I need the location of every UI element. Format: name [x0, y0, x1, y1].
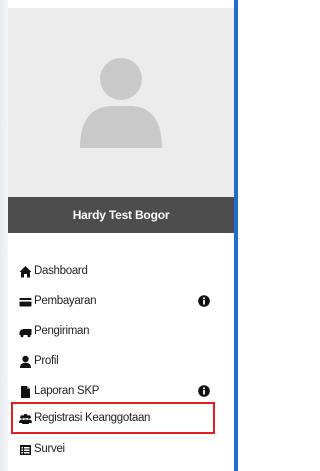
sidebar-item-label: Pembayaran: [34, 295, 97, 307]
sidebar-item-label: Profil: [34, 355, 59, 367]
highlight-box: [11, 402, 215, 434]
sidebar-item-label: Survei: [34, 443, 65, 455]
sidebar-item-profil[interactable]: Profil: [8, 352, 234, 374]
sidebar-item-laporan-skp[interactable]: Laporan SKP: [8, 382, 234, 404]
background-strip-right: [238, 0, 244, 471]
sidebar-item-label: Dashboard: [34, 265, 88, 277]
background-strip: [0, 0, 8, 471]
sidebar-item-label: Pengiriman: [34, 325, 90, 337]
truck-icon: [19, 329, 32, 338]
info-icon: [198, 385, 210, 397]
file-icon: [21, 386, 30, 398]
sidebar-card: Hardy Test Bogor Dashboard Pembayaran Pe…: [8, 0, 234, 471]
avatar-placeholder-icon: [80, 58, 162, 148]
sidebar-item-pembayaran[interactable]: Pembayaran: [8, 292, 234, 314]
list-icon: [20, 445, 31, 455]
credit-card-icon: [19, 298, 32, 307]
page: Hardy Test Bogor Dashboard Pembayaran Pe…: [0, 0, 244, 471]
sidebar-item-dashboard[interactable]: Dashboard: [8, 262, 234, 284]
user-icon: [20, 355, 31, 368]
user-name: Hardy Test Bogor: [8, 197, 234, 233]
info-icon: [198, 295, 210, 307]
home-icon: [19, 266, 32, 278]
sidebar-item-label: Laporan SKP: [34, 385, 100, 397]
avatar-panel: [8, 8, 234, 197]
sidebar-item-survei[interactable]: Survei: [8, 440, 234, 462]
sidebar-item-pengiriman[interactable]: Pengiriman: [8, 322, 234, 344]
